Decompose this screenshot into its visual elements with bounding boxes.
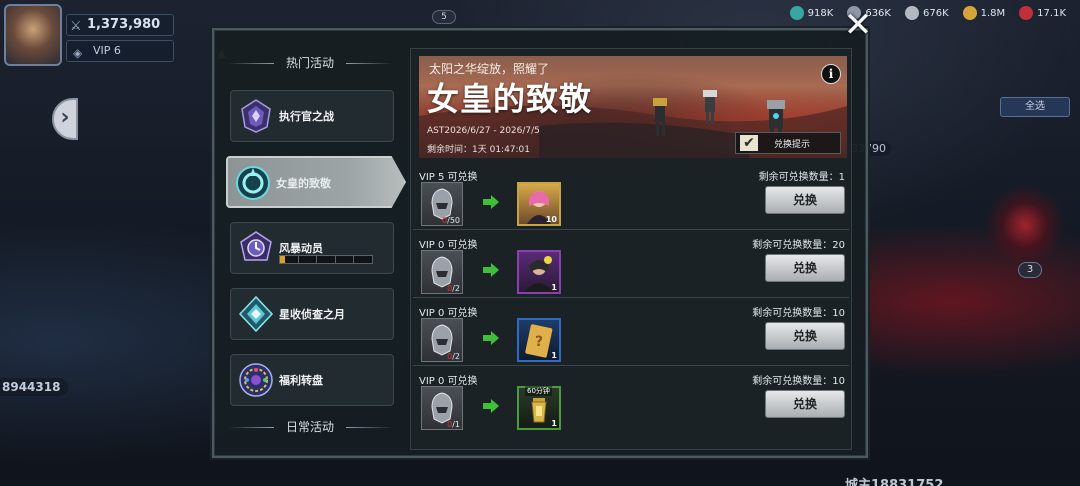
resource-crystal[interactable]: 17.1K — [1019, 6, 1066, 20]
vip-emblem-icon: ◈ — [73, 46, 83, 60]
resource-bar: 918K 636K 676K 1.8M 17.1K — [789, 6, 1066, 20]
svg-text:?: ? — [535, 334, 543, 350]
event-panel: 热门活动 执行官之战 女皇的致敬 风暴动员 星收侦查之月 福利转盘 日常活动 太… — [212, 28, 868, 458]
cost-item[interactable]: 0/50 — [421, 182, 463, 226]
gem-icon — [789, 6, 804, 20]
reward-count: 1 — [551, 283, 557, 292]
remaining-count: 剩余可兑换数量：20 — [752, 240, 845, 251]
arrow-right-icon — [483, 399, 499, 413]
sidebar-item-lucky-wheel[interactable]: 福利转盘 — [230, 354, 394, 406]
sidebar-item-executive-war[interactable]: 执行官之战 — [230, 90, 394, 142]
star-scout-icon — [238, 295, 274, 333]
city-name-label: 城主18831752 — [845, 478, 944, 486]
reward-count: 10 — [545, 215, 557, 224]
arrow-right-icon — [483, 195, 499, 209]
hot-events-header: 热门活动 — [224, 50, 396, 76]
cost-count: 0/2 — [447, 352, 460, 361]
info-icon[interactable]: i — [821, 64, 841, 84]
red-crystal-decoration — [985, 185, 1065, 265]
power-display: ⚔ 1,373,980 — [66, 14, 174, 36]
reward-item[interactable]: 10 — [517, 182, 561, 226]
sidebar-item-label: 执行官之战 — [279, 110, 334, 123]
exchange-button[interactable]: 兑换 — [765, 322, 845, 350]
reward-duration-tag: 60分钟 — [525, 386, 552, 396]
resource-parts[interactable]: 676K — [904, 6, 949, 20]
sidebar-item-label: 女皇的致敬 — [276, 177, 331, 190]
storm-progress-fill — [280, 256, 285, 263]
reward-item[interactable]: ? 1 — [517, 318, 561, 362]
close-icon[interactable]: ✕ — [842, 8, 874, 42]
expand-sidebar-button[interactable]: › — [52, 98, 78, 140]
resource-value: 1.8M — [980, 7, 1006, 19]
cost-item[interactable]: 0/1 — [421, 386, 463, 430]
sidebar-item-label: 福利转盘 — [279, 374, 323, 387]
reward-item[interactable]: 60分钟 1 — [517, 386, 561, 430]
building-level-badge: 3 — [1018, 262, 1042, 278]
top-badge: 5 — [432, 10, 456, 24]
exchange-row: VIP 0 可兑换 剩余可兑换数量：10 0/1 60分钟 1 兑换 — [413, 368, 849, 434]
event-dates: AST2026/6/27 - 2026/7/5 — [427, 126, 540, 136]
map-power-label: 8944318 — [0, 378, 69, 396]
event-banner: 太阳之华绽放，照耀了 女皇的致敬 AST2026/6/27 - 2026/7/5… — [419, 56, 847, 158]
vip-requirement: VIP 0 可兑换 — [419, 308, 478, 319]
banner-title: 女皇的致敬 — [427, 80, 593, 118]
exchange-row: VIP 5 可兑换 剩余可兑换数量：1 0/50 10 兑换 — [413, 164, 849, 230]
event-sidebar: 热门活动 执行官之战 女皇的致敬 风暴动员 星收侦查之月 福利转盘 日常活动 — [224, 50, 406, 450]
sidebar-item-label: 风暴动员 — [279, 242, 323, 255]
sidebar-item-label: 星收侦查之月 — [279, 308, 345, 321]
exchange-row: VIP 0 可兑换 剩余可兑换数量：20 0/2 1 兑换 — [413, 232, 849, 298]
storm-mobilize-icon — [240, 231, 272, 261]
exchange-button[interactable]: 兑换 — [765, 254, 845, 282]
reward-item[interactable]: 1 — [517, 250, 561, 294]
vip-requirement: VIP 5 可兑换 — [419, 172, 478, 183]
cost-count: 0/1 — [447, 420, 460, 429]
storm-progress-bar — [279, 255, 373, 264]
vip-requirement: VIP 0 可兑换 — [419, 376, 478, 387]
crystal-icon — [1019, 6, 1034, 20]
resource-value: 918K — [807, 7, 834, 19]
cost-item[interactable]: 0/2 — [421, 250, 463, 294]
player-avatar[interactable] — [4, 4, 62, 66]
resource-gem[interactable]: 918K — [789, 6, 834, 20]
exchange-row: VIP 0 可兑换 剩余可兑换数量：10 0/2 ? 1 兑换 — [413, 300, 849, 366]
executive-war-icon — [241, 99, 271, 133]
gear-resource-icon — [904, 6, 919, 20]
exchange-hint-toggle[interactable]: ✔ 兑换提示 — [735, 132, 841, 154]
arrow-right-icon — [483, 331, 499, 345]
reward-count: 1 — [551, 419, 557, 428]
resource-gold[interactable]: 1.8M — [962, 6, 1006, 20]
remaining-count: 剩余可兑换数量：1 — [758, 172, 845, 183]
select-all-button[interactable]: 全选 — [1000, 97, 1070, 117]
exchange-button[interactable]: 兑换 — [765, 186, 845, 214]
sidebar-item-storm-mobilize[interactable]: 风暴动员 — [230, 222, 394, 274]
gold-icon — [962, 6, 977, 20]
cost-count: 0/50 — [442, 216, 460, 225]
robot-figure-2 — [703, 90, 717, 124]
cost-count: 0/2 — [447, 284, 460, 293]
vip-requirement: VIP 0 可兑换 — [419, 240, 478, 251]
cost-item[interactable]: 0/2 — [421, 318, 463, 362]
swords-icon: ⚔ — [70, 19, 82, 34]
lucky-wheel-icon — [239, 363, 273, 397]
remaining-count: 剩余可兑换数量：10 — [752, 376, 845, 387]
sidebar-item-empress-tribute[interactable]: 女皇的致敬 — [226, 156, 406, 208]
checkmark-icon[interactable]: ✔ — [740, 135, 758, 151]
power-value: 1,373,980 — [87, 17, 161, 32]
resource-value: 17.1K — [1037, 7, 1066, 19]
daily-events-header: 日常活动 — [224, 414, 396, 440]
vip-display[interactable]: ◈ VIP 6 ▲ — [66, 40, 226, 62]
vip-label: VIP 6 — [93, 44, 121, 57]
sidebar-item-star-scout[interactable]: 星收侦查之月 — [230, 288, 394, 340]
exchange-button[interactable]: 兑换 — [765, 390, 845, 418]
exchange-hint-label: 兑换提示 — [774, 140, 811, 150]
remaining-count: 剩余可兑换数量：10 — [752, 308, 845, 319]
reward-count: 1 — [551, 351, 557, 360]
resource-value: 676K — [922, 7, 949, 19]
empress-tribute-icon — [236, 166, 270, 200]
event-remaining-time: 剩余时间：1天 01:47:01 — [427, 145, 531, 155]
arrow-right-icon — [483, 263, 499, 277]
